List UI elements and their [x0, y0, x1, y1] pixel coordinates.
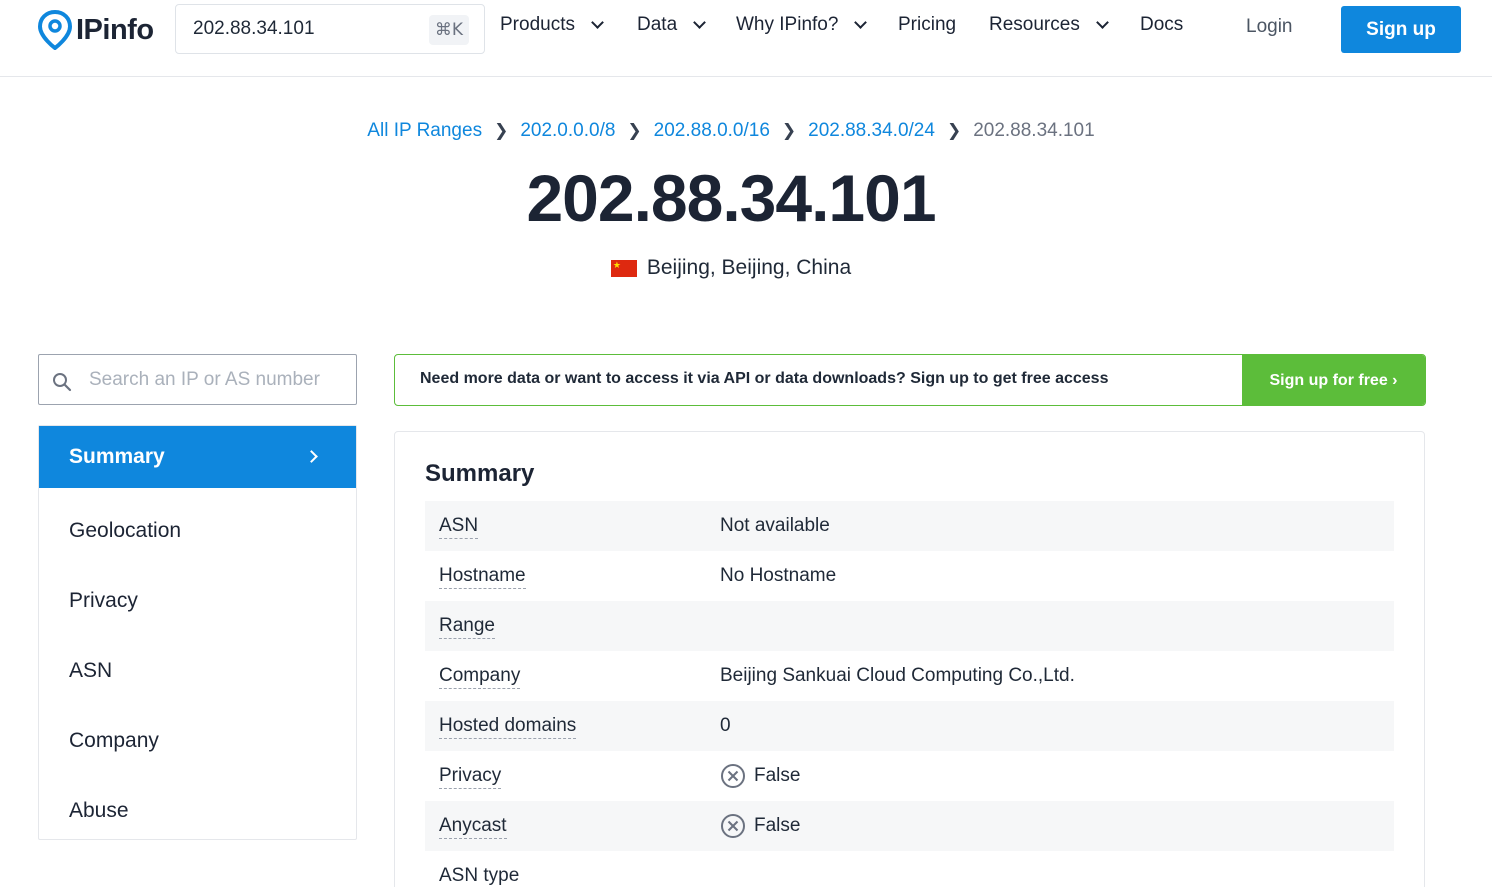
page-title: 202.88.34.101	[526, 161, 936, 235]
sidebar-item-abuse[interactable]: Abuse	[39, 776, 356, 846]
sidebar-item-company[interactable]: Company	[39, 706, 356, 776]
sidebar-item-label: Abuse	[69, 799, 129, 822]
location-line: ★ Beijing, Beijing, China	[0, 256, 1462, 280]
signup-button[interactable]: Sign up	[1341, 6, 1461, 53]
table-row: Company Beijing Sankuai Cloud Computing …	[425, 651, 1394, 701]
login-link[interactable]: Login	[1246, 16, 1293, 38]
china-flag-icon: ★	[610, 259, 637, 277]
chevron-right-icon	[305, 450, 318, 463]
table-row: ASN Not available	[425, 501, 1394, 551]
summary-title: Summary	[425, 460, 535, 487]
sidebar-item-label: Privacy	[69, 589, 138, 612]
nav-docs[interactable]: Docs	[1140, 14, 1183, 36]
x-circle-icon	[721, 764, 745, 788]
table-row: Range	[425, 601, 1394, 651]
sidebar-item-label: Company	[69, 729, 159, 752]
banner-text: Need more data or want to access it via …	[420, 370, 1109, 387]
nav-resources-label: Resources	[989, 14, 1080, 35]
summary-table: ASN Not available Hostname No Hostname R…	[425, 501, 1394, 887]
sidebar-item-privacy[interactable]: Privacy	[39, 566, 356, 636]
nav-resources[interactable]: Resources	[989, 14, 1109, 36]
sidebar-search-box[interactable]	[38, 354, 357, 405]
sidebar-item-label: Geolocation	[69, 519, 182, 542]
nav-data-label: Data	[637, 14, 678, 35]
nav-docs-label: Docs	[1140, 14, 1184, 35]
signup-banner: Need more data or want to access it via …	[394, 354, 1426, 406]
row-key-hosted-domains[interactable]: Hosted domains	[439, 715, 577, 739]
table-row: ASN type	[425, 851, 1394, 887]
chevron-right-icon: ❯	[494, 121, 509, 140]
row-value: False	[754, 765, 801, 786]
header-search-box[interactable]: ⌘K	[175, 4, 485, 54]
ipinfo-logo[interactable]: IPinfo	[38, 10, 154, 50]
chevron-right-icon: ❯	[946, 121, 962, 140]
sidebar-item-label: ASN	[69, 659, 113, 682]
chevron-down-icon	[591, 15, 604, 29]
nav-why-ipinfo[interactable]: Why IPinfo?	[736, 14, 868, 36]
breadcrumb-current: 202.88.34.101	[973, 120, 1095, 141]
nav-products-label: Products	[500, 14, 575, 35]
table-row: Hosted domains 0	[425, 701, 1394, 751]
logo-text: IPinfo	[76, 13, 154, 46]
breadcrumb-range-16[interactable]: 202.88.0.0/16	[654, 120, 770, 142]
summary-card: Summary ASN Not available Hostname No Ho…	[394, 431, 1425, 887]
search-icon	[53, 373, 72, 392]
row-value: False	[754, 815, 801, 836]
row-value: Not available	[720, 515, 830, 536]
nav-pricing-label: Pricing	[898, 14, 957, 35]
site-header: IPinfo ⌘K Products Data Why IPinfo? Pric…	[0, 0, 1492, 77]
row-key-privacy[interactable]: Privacy	[439, 765, 502, 789]
row-value: Beijing Sankuai Cloud Computing Co.,Ltd.	[720, 665, 1075, 686]
sidebar-item-summary[interactable]: Summary	[39, 426, 356, 488]
breadcrumb-all-ranges[interactable]: All IP Ranges	[367, 120, 482, 142]
breadcrumb-range-8[interactable]: 202.0.0.0/8	[520, 120, 615, 142]
chevron-down-icon	[1095, 15, 1109, 29]
nav-why-label: Why IPinfo?	[736, 14, 839, 35]
row-key-anycast[interactable]: Anycast	[439, 815, 507, 839]
table-row: Hostname No Hostname	[425, 551, 1394, 601]
breadcrumb-range-24[interactable]: 202.88.34.0/24	[808, 120, 935, 142]
row-key-hostname[interactable]: Hostname	[439, 565, 526, 589]
chevron-right-icon: ❯	[627, 121, 642, 140]
location-text: Beijing, Beijing, China	[646, 256, 852, 279]
breadcrumb: All IP Ranges ❯ 202.0.0.0/8 ❯ 202.88.0.0…	[0, 120, 1462, 142]
sidebar-search-input[interactable]	[89, 369, 344, 391]
sidebar-menu: Summary Geolocation Privacy ASN Company …	[38, 425, 357, 840]
chevron-down-icon	[854, 15, 868, 29]
nav-products[interactable]: Products	[500, 14, 604, 36]
sidebar-item-geolocation[interactable]: Geolocation	[39, 496, 356, 566]
nav-pricing[interactable]: Pricing	[898, 14, 956, 36]
row-value: 0	[720, 715, 731, 736]
x-circle-icon	[721, 814, 745, 838]
sidebar-item-asn[interactable]: ASN	[39, 636, 356, 706]
table-row: Privacy False	[425, 751, 1394, 801]
row-key-asn-type[interactable]: ASN type	[439, 865, 520, 887]
keyboard-shortcut-badge: ⌘K	[428, 15, 469, 45]
row-value: No Hostname	[720, 565, 837, 586]
row-key-asn[interactable]: ASN	[439, 515, 479, 539]
location-pin-logo-icon	[38, 10, 72, 50]
sidebar-item-label: Summary	[69, 445, 165, 468]
nav-data[interactable]: Data	[637, 14, 707, 36]
row-key-company[interactable]: Company	[439, 665, 521, 689]
signup-free-button[interactable]: Sign up for free ›	[1242, 355, 1425, 405]
row-key-range[interactable]: Range	[439, 615, 495, 639]
chevron-right-icon: ❯	[781, 121, 797, 140]
table-row: Anycast False	[425, 801, 1394, 851]
chevron-down-icon	[693, 15, 707, 29]
header-search-input[interactable]	[193, 18, 423, 40]
